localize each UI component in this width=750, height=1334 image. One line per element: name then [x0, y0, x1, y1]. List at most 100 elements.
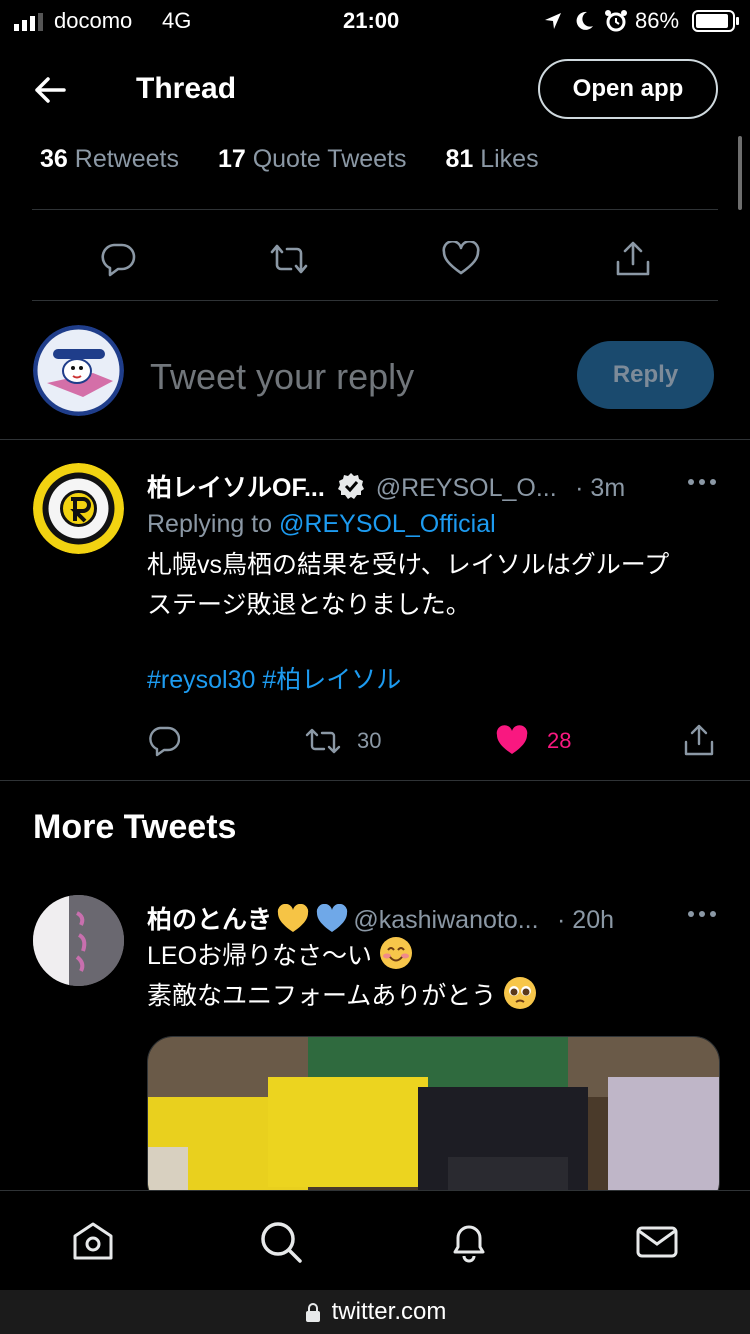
tweet-stats: 36 Retweets 17 Quote Tweets 81 Likes — [40, 145, 539, 174]
heart-filled-icon — [496, 725, 528, 754]
quotes-label: Quote Tweets — [252, 145, 407, 173]
bell-icon — [453, 1225, 485, 1263]
yellow-heart-icon — [278, 903, 309, 932]
replying-to: Replying to @REYSOL_Official — [147, 510, 496, 539]
retweets-count: 36 — [40, 145, 68, 173]
retweet-action-button[interactable] — [267, 237, 311, 281]
reply-tweet-retweet-button[interactable]: 30 — [305, 726, 381, 756]
like-action-button[interactable] — [439, 237, 483, 281]
more-tweets-heading: More Tweets — [33, 808, 237, 846]
more-tweet-header: 柏のとんき @kashiwanoto... · 20h — [147, 900, 667, 936]
share-icon — [616, 241, 650, 276]
share-action-button[interactable] — [611, 237, 655, 281]
tweet-hashtags: #reysol30 #柏レイソル — [147, 660, 401, 700]
browser-url-bar[interactable]: twitter.com — [0, 1290, 750, 1334]
comment-icon — [149, 726, 180, 757]
tweet-text: 札幌vs鳥栖の結果を受け、レイソルはグループ ステージ敗退となりました。 — [147, 545, 707, 625]
hashtag-link[interactable]: #柏レイソル — [262, 666, 401, 694]
tweet-text-line: 素敵なユニフォームありがとう — [147, 976, 707, 1016]
jersey-photo-image — [148, 1037, 719, 1207]
mail-icon — [636, 1226, 678, 1258]
divider — [0, 780, 750, 781]
battery-icon — [692, 10, 739, 32]
battery-percent: 86% — [635, 8, 680, 33]
tweet-text-line: 札幌vs鳥栖の結果を受け、レイソルはグループ — [147, 551, 670, 579]
tweet-text-part: LEOお帰りなさ〜い — [147, 942, 373, 970]
verified-badge-icon — [338, 473, 365, 499]
reply-action-button[interactable] — [96, 237, 140, 281]
reply-tweet-reply-button[interactable] — [147, 724, 181, 758]
likes-count: 81 — [445, 145, 474, 173]
user-avatar[interactable] — [33, 325, 124, 416]
tweet-time[interactable]: · 20h — [557, 906, 614, 934]
tweet-photo[interactable] — [147, 1036, 720, 1208]
pleading-face-emoji-icon — [504, 977, 537, 1009]
network-label: 4G — [162, 8, 192, 33]
author-name[interactable]: 柏レイソルOF... — [147, 474, 325, 502]
scrollbar[interactable] — [738, 136, 742, 210]
author-handle[interactable]: @kashiwanoto... — [353, 906, 538, 934]
reply-tweet-share-button[interactable] — [682, 722, 716, 758]
retweets-stat[interactable]: 36 Retweets — [40, 145, 186, 173]
page-title: Thread — [136, 72, 237, 105]
url-text: twitter.com — [331, 1298, 447, 1325]
likes-label: Likes — [480, 145, 539, 173]
share-icon — [684, 724, 714, 756]
back-button[interactable] — [30, 70, 70, 110]
quotes-stat[interactable]: 17 Quote Tweets — [218, 145, 414, 173]
reysol-avatar[interactable] — [33, 463, 124, 554]
reply-tweet-like-button[interactable]: 28 — [495, 725, 571, 757]
url-display: twitter.com — [0, 1298, 750, 1326]
nav-explore[interactable] — [258, 1219, 304, 1265]
arrow-left-icon — [35, 77, 66, 103]
bottom-nav — [0, 1190, 750, 1291]
quotes-count: 17 — [217, 145, 246, 173]
comment-icon — [101, 243, 136, 277]
retweets-label: Retweets — [74, 145, 179, 173]
blue-heart-icon — [316, 903, 348, 932]
like-count: 28 — [547, 728, 572, 753]
author-handle[interactable]: @REYSOL_O... — [376, 474, 557, 502]
hashtag-link[interactable]: #reysol30 — [147, 666, 255, 694]
replying-to-link[interactable]: @REYSOL_Official — [279, 510, 496, 538]
status-bar: docomo 4G 21:00 86% — [0, 0, 750, 42]
reply-button[interactable]: Reply — [577, 341, 714, 409]
moon-icon — [576, 11, 593, 30]
more-dots-icon — [688, 479, 716, 485]
retweet-icon — [270, 244, 308, 274]
tweet-text-line: LEOお帰りなさ〜い — [147, 936, 707, 976]
divider — [0, 439, 750, 440]
signal-icon — [14, 13, 43, 31]
replying-prefix: Replying to — [147, 510, 273, 538]
club-crest-icon — [33, 463, 124, 554]
avatar-image — [33, 895, 124, 986]
tweet-header: 柏レイソルOF... @REYSOL_O... · 3m — [147, 468, 667, 504]
more-dots-icon — [688, 911, 716, 917]
clock: 21:00 — [343, 8, 400, 33]
reply-input[interactable]: Tweet your reply — [150, 356, 414, 398]
home-icon — [73, 1222, 113, 1260]
likes-stat[interactable]: 81 Likes — [445, 145, 538, 173]
author-name[interactable]: 柏のとんき — [147, 906, 272, 934]
tweet-more-button[interactable] — [684, 900, 720, 928]
retweet-icon — [305, 728, 341, 754]
avatar-image — [33, 325, 124, 416]
nav-notifications[interactable] — [446, 1219, 492, 1265]
heart-icon — [442, 241, 480, 275]
tweet-more-button[interactable] — [684, 468, 720, 496]
location-icon — [545, 13, 561, 29]
tweet-time[interactable]: · 3m — [575, 474, 625, 502]
more-tweet-text: LEOお帰りなさ〜い 素敵なユニフォームありがとう — [147, 936, 707, 1016]
nav-home[interactable] — [70, 1219, 116, 1265]
retweet-count: 30 — [357, 728, 382, 753]
open-app-button[interactable]: Open app — [538, 59, 718, 119]
lock-icon — [305, 1303, 320, 1322]
search-icon — [261, 1222, 302, 1263]
smiling-face-emoji-icon — [379, 937, 412, 969]
tweet-text-part: 素敵なユニフォームありがとう — [147, 982, 497, 1010]
nav-messages[interactable] — [634, 1219, 680, 1265]
divider — [32, 300, 718, 301]
tonki-avatar[interactable] — [33, 895, 124, 986]
tweet-text-line: ステージ敗退となりました。 — [147, 591, 471, 619]
divider — [32, 209, 718, 210]
